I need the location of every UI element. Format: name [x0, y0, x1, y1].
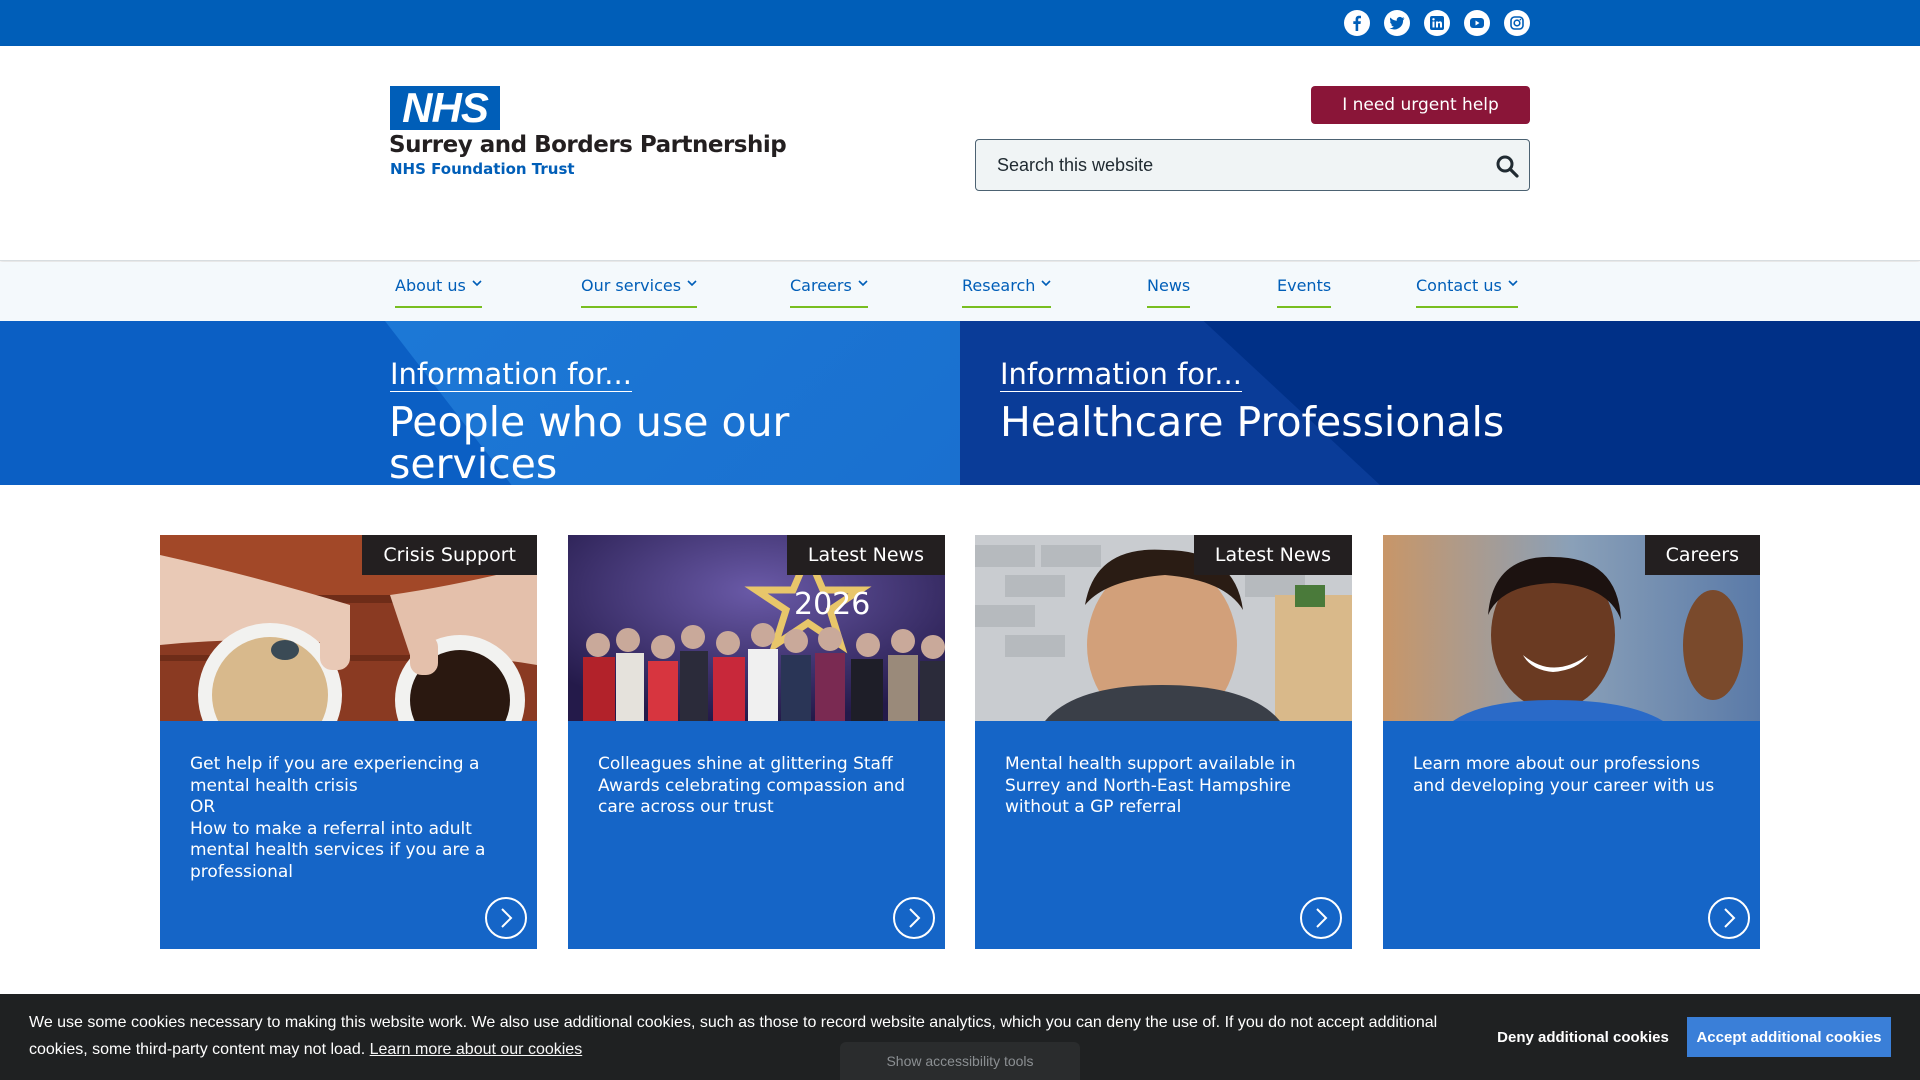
- card-latest-news-mental-health[interactable]: Latest News Mental health support availa…: [975, 535, 1352, 949]
- nav-contact-us[interactable]: Contact us: [1416, 276, 1518, 308]
- card-body: Mental health support available in Surre…: [975, 721, 1352, 949]
- learn-more-cookies-link[interactable]: Learn more about our cookies: [370, 1041, 583, 1058]
- banner-title: People who use our services: [389, 398, 790, 485]
- chevron-down-icon: [858, 280, 868, 287]
- chevron-right-icon[interactable]: [485, 897, 527, 939]
- twitter-icon[interactable]: [1384, 10, 1410, 36]
- card-latest-news-awards[interactable]: 2026 Latest News Colleagues shine at gli…: [568, 535, 945, 949]
- card-tag: Latest News: [786, 535, 945, 575]
- search-icon[interactable]: [1493, 152, 1521, 180]
- nav-news[interactable]: News: [1147, 276, 1191, 308]
- youtube-icon[interactable]: [1464, 10, 1490, 36]
- org-subtitle: NHS Foundation Trust: [390, 160, 575, 178]
- linkedin-icon[interactable]: [1424, 10, 1450, 36]
- chevron-down-icon: [1041, 280, 1051, 287]
- card-crisis-support[interactable]: Crisis Support Get help if you are exper…: [160, 535, 537, 949]
- banner-info-for: Information for...: [390, 357, 632, 392]
- nav-our-services[interactable]: Our services: [581, 276, 698, 308]
- chevron-right-icon[interactable]: [1708, 897, 1750, 939]
- card-text: Learn more about our professions and dev…: [1413, 754, 1715, 796]
- top-bar: [0, 0, 1920, 46]
- chevron-down-icon: [687, 280, 697, 287]
- card-tag: Crisis Support: [362, 535, 537, 575]
- chevron-right-icon[interactable]: [1300, 897, 1342, 939]
- cookie-message: We use some cookies necessary to making …: [29, 1014, 1438, 1058]
- facebook-icon[interactable]: [1344, 10, 1370, 36]
- banner-people-who-use-services[interactable]: Information for... People who use our se…: [0, 321, 960, 485]
- search-input[interactable]: [976, 140, 1476, 190]
- deny-cookies-button[interactable]: Deny additional cookies: [1480, 1017, 1686, 1057]
- card-body: Learn more about our professions and dev…: [1383, 721, 1760, 949]
- urgent-help-button[interactable]: I need urgent help: [1311, 86, 1530, 124]
- accept-cookies-button[interactable]: Accept additional cookies: [1687, 1017, 1891, 1057]
- chevron-right-icon[interactable]: [893, 897, 935, 939]
- banner-title: Healthcare Professionals: [1000, 398, 1505, 446]
- chevron-down-icon: [472, 280, 482, 287]
- card-tag: Latest News: [1193, 535, 1352, 575]
- banner-healthcare-professionals[interactable]: Information for... Healthcare Profession…: [960, 321, 1920, 485]
- accessibility-tools-button[interactable]: Show accessibility tools: [840, 1042, 1080, 1080]
- nav-about-us[interactable]: About us: [395, 276, 482, 308]
- nav-events[interactable]: Events: [1277, 276, 1332, 308]
- nav-research[interactable]: Research: [962, 276, 1052, 308]
- card-text: Get help if you are experiencing a menta…: [190, 754, 486, 882]
- main-nav: About us Our services Careers Research N…: [0, 262, 1920, 321]
- instagram-icon[interactable]: [1504, 10, 1530, 36]
- chevron-down-icon: [1508, 280, 1518, 287]
- search-box: [975, 139, 1530, 191]
- card-text: Mental health support available in Surre…: [1005, 754, 1296, 817]
- image-year-text: 2026: [794, 587, 871, 622]
- nhs-logo[interactable]: NHS: [390, 86, 500, 130]
- card-body: Get help if you are experiencing a menta…: [160, 721, 537, 949]
- card-text: Colleagues shine at glittering Staff Awa…: [598, 754, 906, 817]
- card-careers[interactable]: Careers Learn more about our professions…: [1383, 535, 1760, 949]
- card-body: Colleagues shine at glittering Staff Awa…: [568, 721, 945, 949]
- banner-info-for: Information for...: [1000, 357, 1242, 392]
- card-tag: Careers: [1644, 535, 1760, 575]
- site-header: NHS Surrey and Borders Partnership NHS F…: [0, 46, 1920, 261]
- nav-careers[interactable]: Careers: [790, 276, 868, 308]
- org-name[interactable]: Surrey and Borders Partnership: [389, 132, 787, 158]
